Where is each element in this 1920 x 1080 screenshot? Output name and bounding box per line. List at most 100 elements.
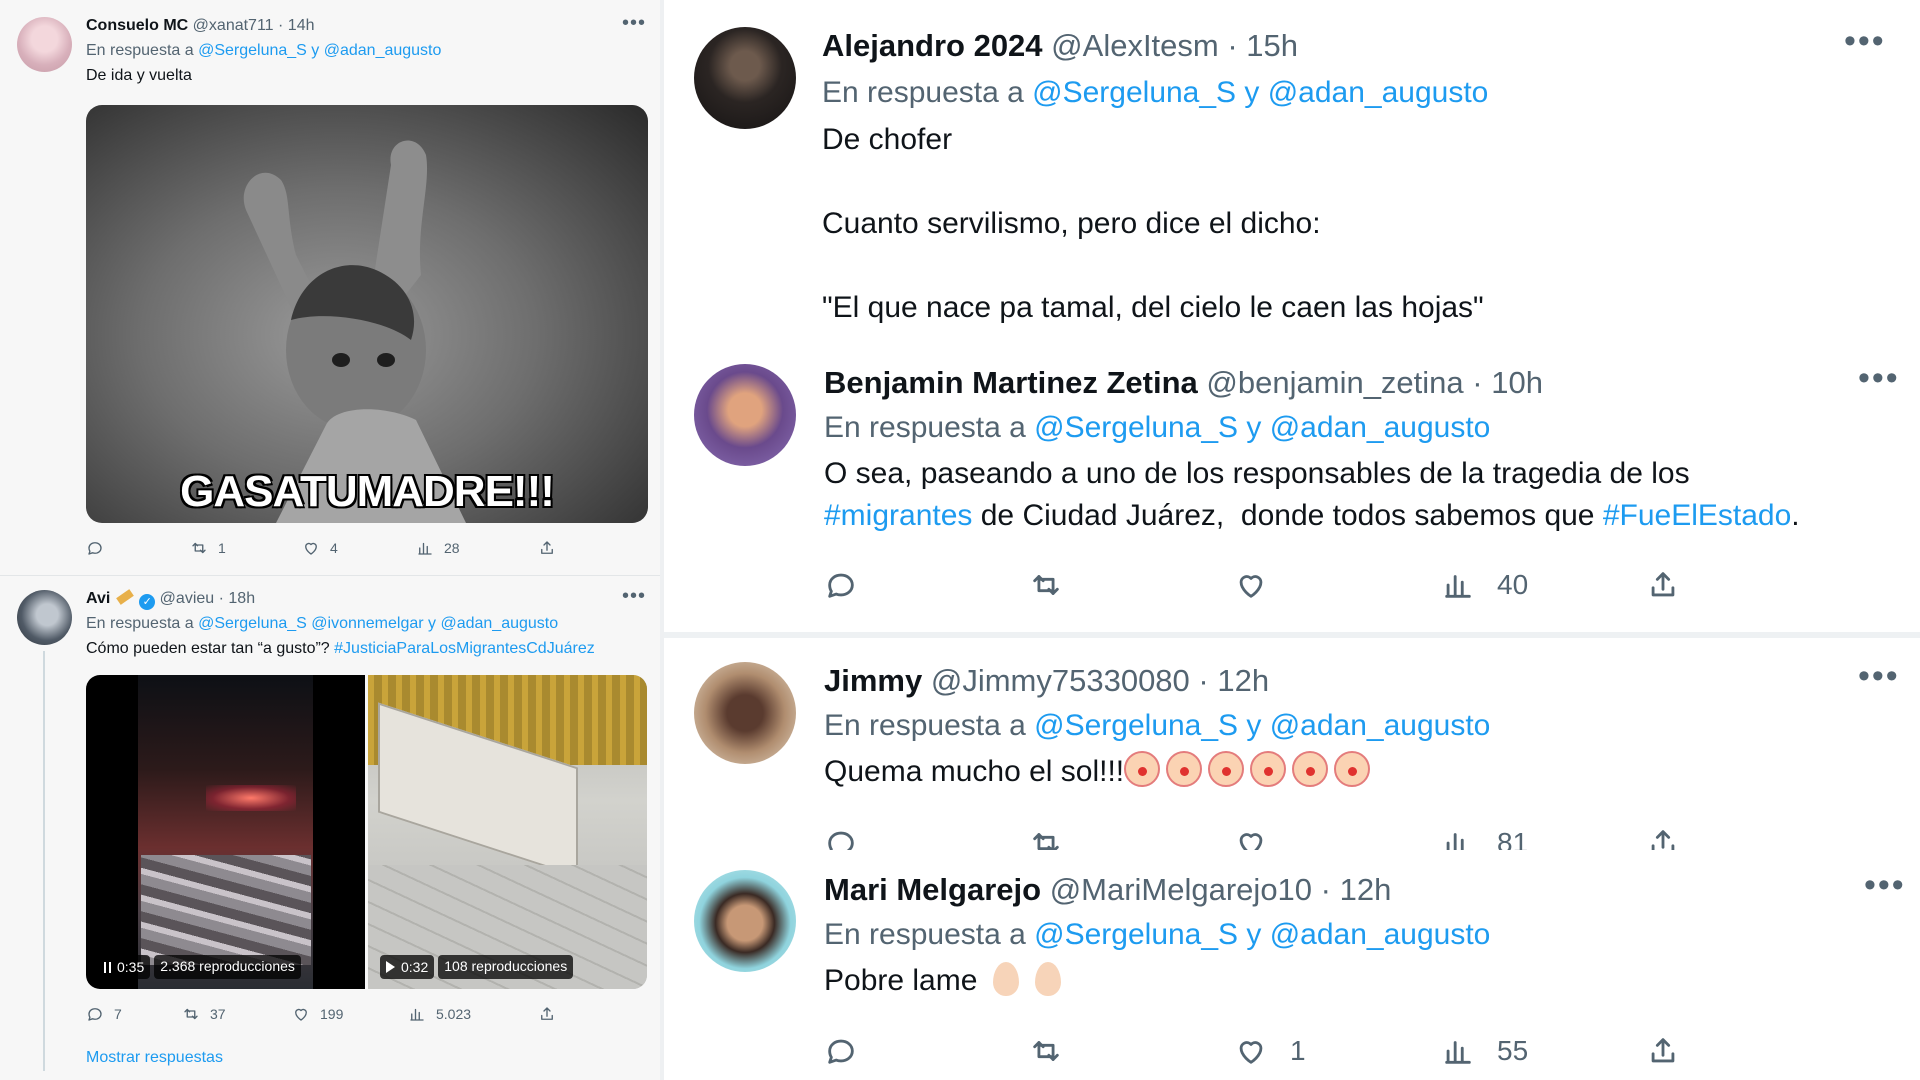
author-name[interactable]: Avi — [86, 590, 110, 607]
retweet-icon — [1033, 575, 1059, 595]
tweet-mari[interactable]: Mari Melgarejo @MariMelgarejo10 · 12h ••… — [664, 850, 1920, 1080]
tweet-time[interactable]: · 14h — [278, 17, 314, 34]
tweet-time[interactable]: · 15h — [1227, 28, 1298, 63]
reply-context: En respuesta a @Sergeluna_S y @adan_augu… — [822, 76, 1489, 109]
show-replies-link[interactable]: Mostrar respuestas — [86, 1049, 223, 1067]
retweet-button[interactable] — [1029, 826, 1063, 850]
tweet-actions: 81 — [824, 826, 1724, 850]
tweet-avi[interactable]: Avi ✓ @avieu · 18h ••• En respuesta a @S… — [0, 575, 660, 1080]
reply-context: En respuesta a @Sergeluna_S y @adan_augu… — [824, 411, 1491, 444]
tweet-benjamin[interactable]: Benjamin Martinez Zetina @benjamin_zetin… — [664, 340, 1920, 630]
like-button[interactable] — [1234, 826, 1268, 850]
video-1-badge: 0:35 2.368 reproducciones — [98, 955, 301, 979]
tweet-text-line-1: O sea, paseando a uno de los responsable… — [824, 457, 1690, 490]
reply-icon — [828, 573, 854, 598]
hashtag-link[interactable]: #FueElEstado — [1603, 499, 1791, 532]
tweet-time[interactable]: · 12h — [1321, 872, 1392, 907]
play-icon[interactable] — [386, 961, 395, 973]
avatar[interactable] — [17, 590, 72, 645]
author-handle[interactable]: @Jimmy75330080 — [931, 663, 1190, 698]
reply-mentions[interactable]: @Sergeluna_S y @adan_augusto — [1034, 411, 1490, 444]
author-name[interactable]: Benjamin Martinez Zetina — [824, 365, 1198, 400]
more-options-icon[interactable]: ••• — [622, 12, 646, 35]
share-icon — [1651, 572, 1675, 597]
retweet-button[interactable]: 37 — [182, 1005, 226, 1023]
heart-icon — [305, 542, 317, 555]
reply-button[interactable] — [824, 568, 858, 602]
avatar[interactable] — [694, 662, 796, 764]
tweet-consuelo[interactable]: Consuelo MC @xanat711 · 14h ••• En respu… — [0, 0, 660, 575]
more-options-icon[interactable]: ••• — [1844, 22, 1886, 61]
like-button[interactable]: 199 — [292, 1005, 343, 1023]
author-name[interactable]: Consuelo MC — [86, 17, 188, 34]
more-options-icon[interactable]: ••• — [622, 585, 646, 608]
share-button[interactable] — [538, 539, 556, 557]
tweet-text-line-3: "El que nace pa tamal, del cielo le caen… — [822, 291, 1484, 324]
pause-icon[interactable] — [104, 961, 111, 973]
author-handle[interactable]: @AlexItesm — [1051, 28, 1219, 63]
share-button[interactable] — [1646, 826, 1680, 850]
author-handle[interactable]: @xanat711 — [193, 17, 274, 34]
like-button[interactable]: 1 — [1234, 1034, 1306, 1068]
author-name[interactable]: Jimmy — [824, 663, 922, 698]
share-icon — [541, 1007, 553, 1020]
views-button[interactable]: 5.023 — [408, 1005, 471, 1023]
more-options-icon[interactable]: ••• — [1858, 359, 1900, 398]
reply-context: En respuesta a @Sergeluna_S y @adan_augu… — [824, 918, 1491, 951]
share-button[interactable] — [1646, 568, 1680, 602]
tweet-alejandro[interactable]: Alejandro 2024 @AlexItesm · 15h ••• En r… — [664, 0, 1920, 340]
hashtag-link[interactable]: #migrantes — [824, 499, 972, 532]
more-options-icon[interactable]: ••• — [1864, 866, 1906, 905]
retweet-button[interactable]: 1 — [190, 539, 226, 557]
retweet-icon — [1033, 1041, 1059, 1061]
hashtag-link[interactable]: #JusticiaParaLosMigrantesCdJuárez — [334, 640, 595, 657]
reply-mentions[interactable]: @Sergeluna_S @ivonnemelgar y @adan_augus… — [198, 615, 558, 632]
tweet-text: Pobre lame — [824, 960, 1062, 1002]
retweet-button[interactable] — [1029, 1034, 1063, 1068]
analytics-icon — [1446, 833, 1464, 850]
share-icon — [1651, 830, 1675, 850]
video-1[interactable]: 0:35 2.368 reproducciones — [86, 675, 365, 989]
share-button[interactable] — [538, 1005, 556, 1023]
tweet-time[interactable]: · 18h — [219, 590, 255, 607]
reply-mentions[interactable]: @Sergeluna_S y @adan_augusto — [1034, 709, 1490, 742]
reply-button[interactable] — [824, 1034, 858, 1068]
tweet-actions: 1 55 — [824, 1034, 1724, 1072]
video-1-bodies — [141, 855, 311, 965]
author-handle[interactable]: @MariMelgarejo10 — [1050, 872, 1312, 907]
reply-mentions[interactable]: @Sergeluna_S y @adan_augusto — [198, 42, 441, 59]
avatar[interactable] — [694, 27, 796, 129]
reply-button[interactable] — [86, 539, 114, 557]
retweet-button[interactable] — [1029, 568, 1063, 602]
reply-icon — [88, 1008, 102, 1021]
more-options-icon[interactable]: ••• — [1858, 657, 1900, 696]
views-button[interactable]: 81 — [1441, 826, 1528, 850]
reply-button[interactable] — [824, 826, 858, 850]
avatar[interactable] — [694, 364, 796, 466]
share-button[interactable] — [1646, 1034, 1680, 1068]
views-button[interactable]: 28 — [416, 539, 460, 557]
avatar[interactable] — [17, 17, 72, 72]
tweet-text: Quema mucho el sol!!! — [824, 751, 1376, 793]
author-name[interactable]: Alejandro 2024 — [822, 28, 1043, 63]
tweet-jimmy[interactable]: Jimmy @Jimmy75330080 · 12h ••• En respue… — [664, 638, 1920, 850]
views-button[interactable]: 40 — [1441, 568, 1528, 602]
reply-mentions[interactable]: @Sergeluna_S y @adan_augusto — [1034, 918, 1490, 951]
video-2[interactable]: 0:32 108 reproducciones — [368, 675, 647, 989]
views-button[interactable]: 55 — [1441, 1034, 1528, 1068]
reply-mentions[interactable]: @Sergeluna_S y @adan_augusto — [1032, 76, 1488, 109]
author-handle[interactable]: @avieu — [160, 590, 215, 607]
right-screenshot-column: Alejandro 2024 @AlexItesm · 15h ••• En r… — [664, 0, 1920, 1080]
like-button[interactable] — [1234, 568, 1268, 602]
tweet-image[interactable]: GASATUMADRE!!! — [86, 105, 648, 523]
reply-button[interactable]: 7 — [86, 1005, 122, 1023]
tweet-time[interactable]: · 10h — [1472, 365, 1543, 400]
tweet-text-line-1: De chofer — [822, 123, 953, 156]
tweet-time[interactable]: · 12h — [1198, 663, 1269, 698]
tweet-text: De ida y vuelta — [86, 67, 192, 84]
avatar[interactable] — [694, 870, 796, 972]
clown-emoji-icon — [1124, 751, 1161, 787]
like-button[interactable]: 4 — [302, 539, 338, 557]
author-name[interactable]: Mari Melgarejo — [824, 872, 1041, 907]
author-handle[interactable]: @benjamin_zetina — [1206, 365, 1463, 400]
